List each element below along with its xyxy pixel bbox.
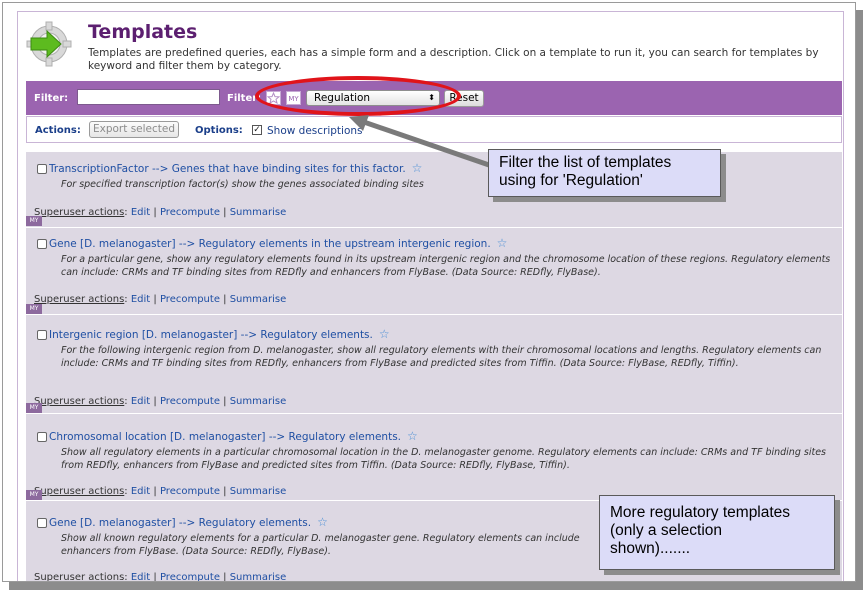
- page-intro: Templates are predefined queries, each h…: [88, 47, 819, 72]
- screenshot-frame: Templates Templates are predefined queri…: [2, 2, 856, 582]
- template-item: Gene [D. melanogaster] --> Regulatory el…: [26, 228, 842, 315]
- filter-label: Filter:: [34, 93, 69, 104]
- filter-callout: Filter the list of templates using for '…: [488, 149, 721, 197]
- template-description: Show all regulatory elements in a partic…: [61, 447, 826, 471]
- template-checkbox[interactable]: [37, 164, 47, 174]
- precompute-link[interactable]: Precompute: [160, 572, 220, 581]
- template-title-link[interactable]: Gene [D. melanogaster] --> Regulatory el…: [49, 236, 507, 250]
- favourite-star-icon[interactable]: ☆: [497, 236, 508, 250]
- template-item: Chromosomal location [D. melanogaster] -…: [26, 414, 842, 501]
- page-title: Templates: [88, 21, 198, 43]
- precompute-link[interactable]: Precompute: [160, 207, 220, 218]
- template-checkbox[interactable]: [37, 432, 47, 442]
- summarise-link[interactable]: Summarise: [230, 207, 287, 218]
- template-checkbox[interactable]: [37, 518, 47, 528]
- more-templates-callout: More regulatory templates (only a select…: [599, 495, 835, 570]
- my-tag-badge: MY: [26, 304, 42, 314]
- template-title-link[interactable]: Chromosomal location [D. melanogaster] -…: [49, 429, 418, 443]
- edit-link[interactable]: Edit: [131, 572, 150, 581]
- options-label: Options:: [195, 125, 243, 136]
- template-description: For a particular gene, show any regulato…: [61, 254, 831, 278]
- superuser-actions: Superuser actions: Edit | Precompute | S…: [34, 207, 287, 218]
- superuser-actions: Superuser actions: Edit | Precompute | S…: [34, 396, 287, 407]
- favourite-star-icon[interactable]: ☆: [407, 429, 418, 443]
- edit-link[interactable]: Edit: [131, 207, 150, 218]
- my-tag-badge: MY: [26, 403, 42, 413]
- summarise-link[interactable]: Summarise: [230, 486, 287, 497]
- actions-label: Actions:: [35, 125, 81, 136]
- template-checkbox[interactable]: [37, 330, 47, 340]
- template-title-link[interactable]: Intergenic region [D. melanogaster] --> …: [49, 327, 390, 341]
- template-checkbox[interactable]: [37, 239, 47, 249]
- precompute-link[interactable]: Precompute: [160, 396, 220, 407]
- precompute-link[interactable]: Precompute: [160, 294, 220, 305]
- filter-text-input[interactable]: [77, 89, 220, 105]
- superuser-actions: Superuser actions: Edit | Precompute | S…: [34, 572, 287, 582]
- summarise-link[interactable]: Summarise: [230, 294, 287, 305]
- template-title-link[interactable]: Gene [D. melanogaster] --> Regulatory el…: [49, 515, 328, 529]
- superuser-actions: Superuser actions: Edit | Precompute | S…: [34, 294, 287, 305]
- template-item: Intergenic region [D. melanogaster] --> …: [26, 315, 842, 414]
- template-description: For the following intergenic region from…: [61, 345, 822, 369]
- show-descriptions-checkbox[interactable]: ✓: [252, 125, 262, 135]
- summarise-link[interactable]: Summarise: [230, 396, 287, 407]
- favourite-star-icon[interactable]: ☆: [317, 515, 328, 529]
- edit-link[interactable]: Edit: [131, 294, 150, 305]
- precompute-link[interactable]: Precompute: [160, 486, 220, 497]
- my-tag-badge: MY: [26, 216, 42, 226]
- export-selected-button[interactable]: Export selected: [89, 121, 179, 138]
- edit-link[interactable]: Edit: [131, 486, 150, 497]
- edit-link[interactable]: Edit: [131, 396, 150, 407]
- pointer-arrow-icon: [349, 115, 490, 168]
- summarise-link[interactable]: Summarise: [230, 572, 287, 581]
- my-tag-badge: MY: [26, 490, 42, 500]
- favourite-star-icon[interactable]: ☆: [379, 327, 390, 341]
- superuser-actions: Superuser actions: Edit | Precompute | S…: [34, 486, 287, 497]
- templates-logo-icon: [23, 20, 75, 68]
- highlight-ellipse: [255, 76, 461, 116]
